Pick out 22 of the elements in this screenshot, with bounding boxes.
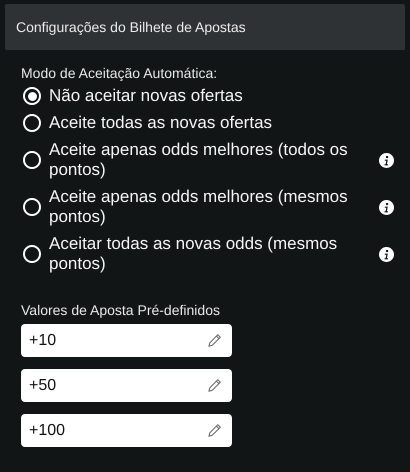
pencil-icon[interactable] (207, 423, 222, 438)
info-icon[interactable] (379, 200, 394, 214)
radio-button[interactable] (23, 245, 41, 263)
stake-field[interactable]: +10 (21, 324, 232, 357)
section-label: Modo de Aceitação Automática: (21, 65, 218, 81)
stake-field[interactable]: +100 (21, 414, 232, 447)
info-icon[interactable] (379, 246, 394, 262)
panel-title: Configurações do Bilhete de Apostas (16, 19, 246, 35)
option-label[interactable]: Aceite apenas odds melhores (todos os pontos) (49, 140, 367, 180)
radio-button[interactable] (23, 151, 41, 169)
radio-button[interactable] (23, 87, 41, 105)
radio-button[interactable] (23, 198, 41, 216)
pencil-icon[interactable] (207, 378, 222, 393)
option-label[interactable]: Aceite todas as novas ofertas (49, 113, 367, 133)
info-icon[interactable] (379, 152, 394, 168)
pencil-icon[interactable] (207, 333, 222, 348)
radio-button[interactable] (23, 114, 41, 132)
option-label[interactable]: Aceitar todas as novas odds (mesmos pontos) (49, 234, 367, 274)
stake-field[interactable]: +50 (21, 369, 232, 402)
section-label: Valores de Aposta Pré-definidos (21, 302, 221, 318)
option-label[interactable]: Não aceitar novas ofertas (49, 86, 367, 106)
option-label[interactable]: Aceite apenas odds melhores (mesmos pontos) (49, 187, 367, 227)
